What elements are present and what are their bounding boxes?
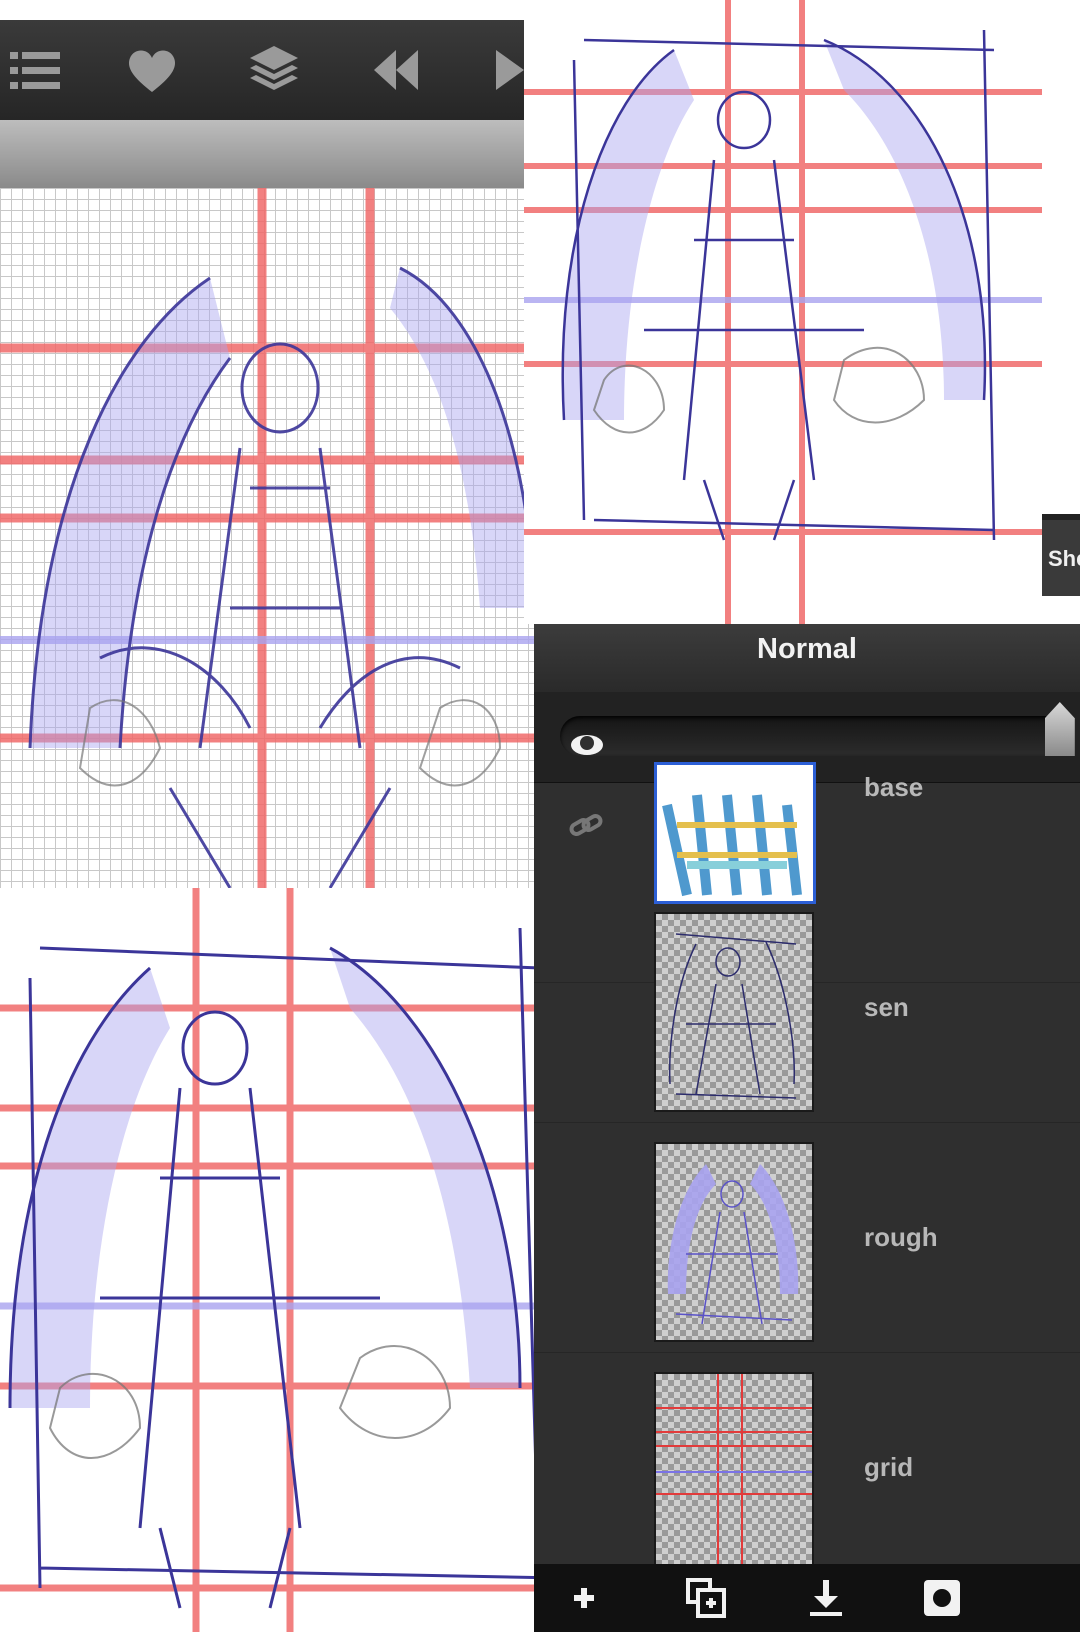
- canvas-grid-view[interactable]: [0, 188, 534, 888]
- layer-row-rough[interactable]: rough: [534, 1122, 1080, 1353]
- side-tab-label: She: [1048, 546, 1080, 571]
- heart-icon[interactable]: [124, 42, 180, 98]
- rewind-icon[interactable]: [370, 42, 426, 98]
- blend-mode-header[interactable]: Normal: [534, 624, 1080, 693]
- play-icon[interactable]: [490, 42, 524, 98]
- eye-icon[interactable]: [570, 728, 604, 762]
- top-toolbar: [0, 20, 524, 120]
- link-icon[interactable]: [568, 808, 604, 844]
- layer-name-grid: grid: [864, 1452, 914, 1482]
- download-icon[interactable]: [804, 1576, 848, 1620]
- add-layer-icon[interactable]: [574, 1576, 594, 1620]
- duplicate-layer-icon[interactable]: [684, 1576, 728, 1620]
- layer-row-sen[interactable]: sen: [534, 892, 1080, 1123]
- mask-icon[interactable]: [920, 1576, 964, 1620]
- side-tab[interactable]: She: [1042, 514, 1080, 596]
- toolbar-shelf: [0, 120, 524, 191]
- layers-panel: Normal base sen rough grid: [534, 624, 1080, 1632]
- layer-list: base sen rough grid: [534, 735, 1080, 1584]
- layer-thumbnail-base[interactable]: [654, 762, 816, 904]
- layers-bottom-toolbar: [534, 1564, 1080, 1632]
- layers-icon[interactable]: [246, 42, 302, 98]
- layer-name-sen: sen: [864, 992, 909, 1022]
- layer-thumbnail-sen[interactable]: [654, 912, 814, 1112]
- layer-thumbnail-rough[interactable]: [654, 1142, 814, 1342]
- layer-row-grid[interactable]: grid: [534, 1352, 1080, 1583]
- canvas-preview-bottom[interactable]: [0, 888, 605, 1632]
- layer-name-rough: rough: [864, 1222, 938, 1252]
- menu-icon[interactable]: [6, 42, 62, 98]
- blend-mode-label[interactable]: Normal: [534, 624, 1080, 674]
- canvas-preview-top[interactable]: [524, 0, 1042, 624]
- layer-thumbnail-grid[interactable]: [654, 1372, 814, 1572]
- layer-name-base: base: [864, 772, 924, 802]
